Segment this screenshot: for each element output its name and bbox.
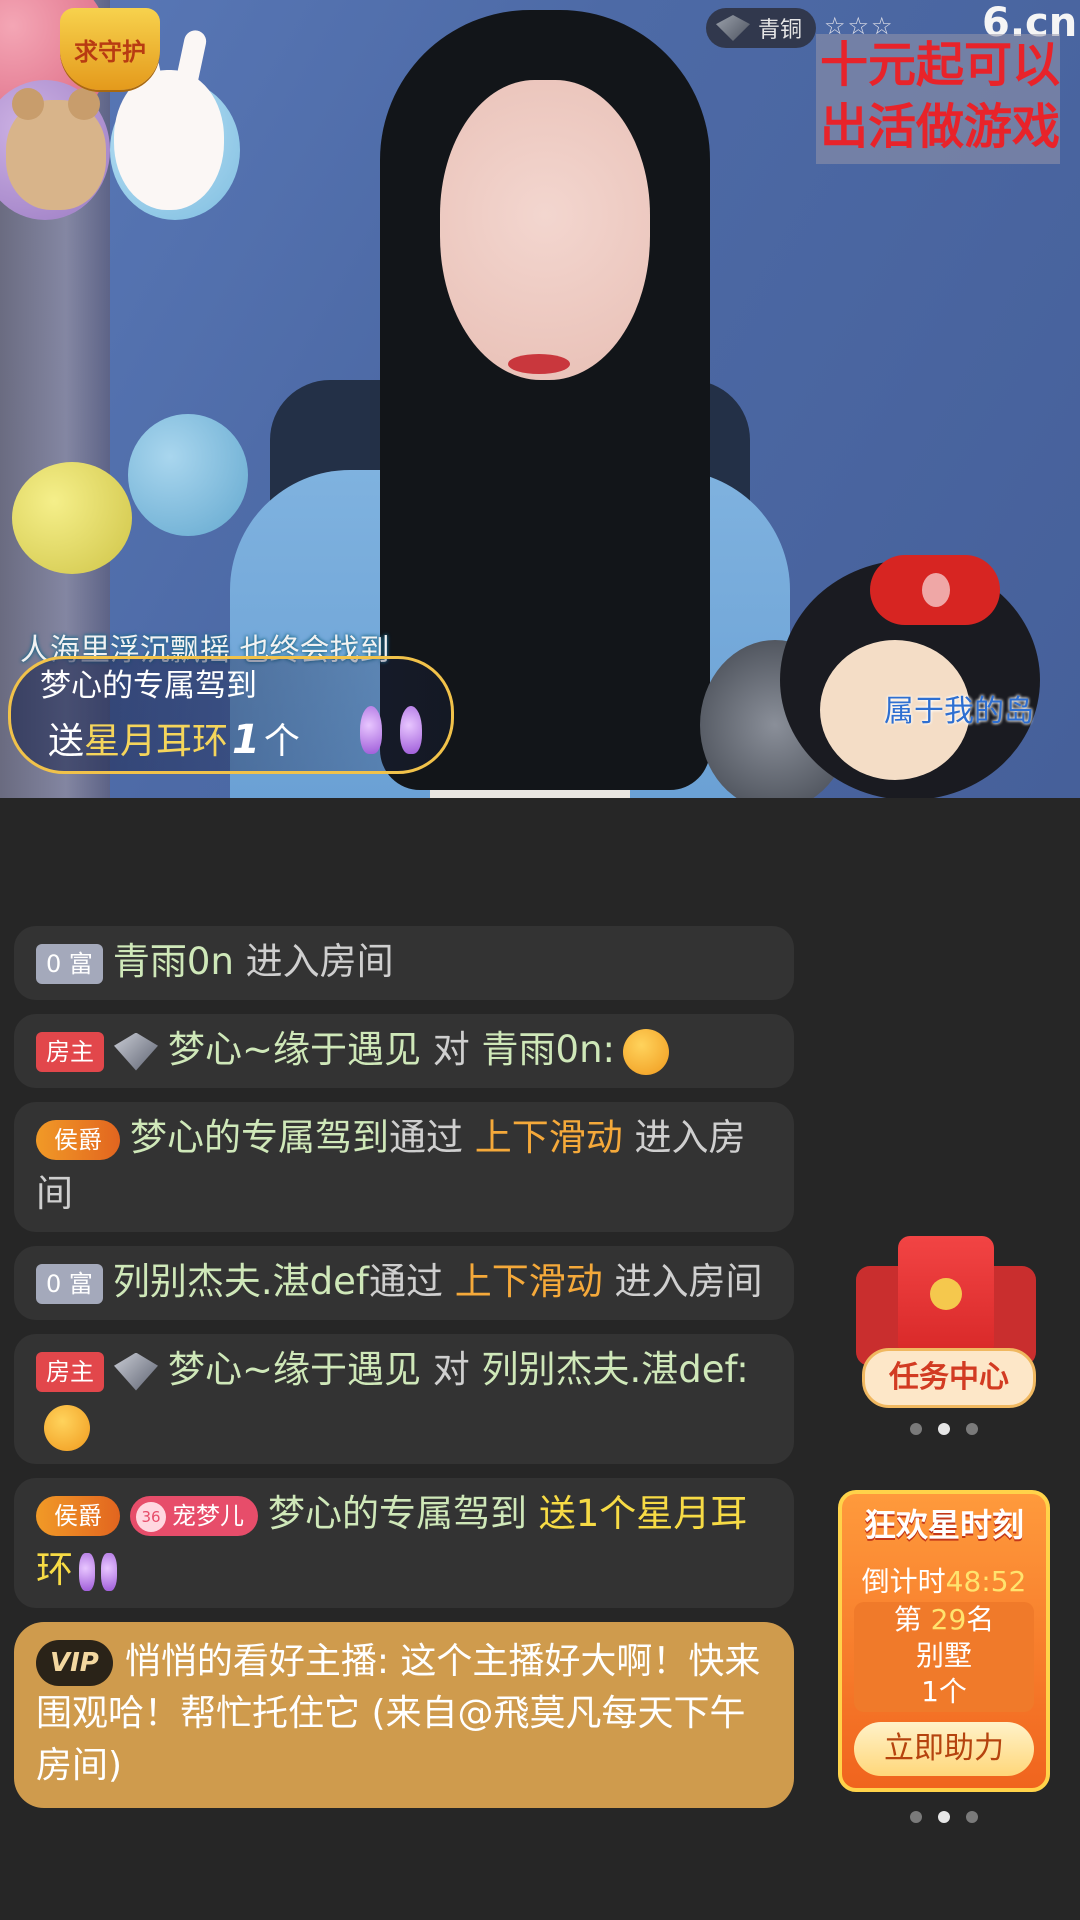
- bear-toy: [6, 88, 106, 210]
- user-name[interactable]: 梦心~缘于遇见: [168, 1028, 421, 1071]
- countdown: 倒计时48:52: [842, 1560, 1046, 1600]
- task-center-button[interactable]: 任务中心: [856, 1236, 1036, 1408]
- countdown-time: 48:52: [945, 1565, 1027, 1598]
- streamer-face: [440, 80, 650, 380]
- carousel-dot[interactable]: [966, 1423, 978, 1435]
- live-video[interactable]: 求守护 青铜 ☆☆☆ 6.cn 十元起可以 出活做游戏 人海里浮沉飘摇 也终会找…: [0, 0, 1080, 798]
- target-user-name[interactable]: 列别杰夫.湛def:: [482, 1348, 749, 1391]
- wealth-badge: 0 富: [36, 1263, 103, 1304]
- message-text: 进入房间: [602, 1260, 763, 1303]
- carousel-dots[interactable]: [910, 1811, 978, 1823]
- carousel-dot[interactable]: [966, 1811, 978, 1823]
- message-text: 进入房间: [233, 940, 394, 983]
- streamer-notice: 十元起可以 出活做游戏: [816, 34, 1060, 164]
- anchor-rank-badge[interactable]: 青铜: [706, 8, 817, 48]
- earring-gift-icon: [79, 1552, 95, 1591]
- pray-emoji-icon: [44, 1404, 90, 1451]
- gift-verb: 送: [48, 721, 85, 762]
- plush-bow: [870, 555, 1000, 625]
- countdown-label: 倒计时: [861, 1565, 946, 1598]
- carousel-dot[interactable]: [910, 1423, 922, 1435]
- fan-club-badge: 36 宠梦儿: [130, 1495, 258, 1536]
- rank-number: 29: [930, 1603, 967, 1636]
- carnival-event-card[interactable]: 狂欢星时刻 倒计时48:52 第 29名 别墅 1个 立即助力: [838, 1490, 1050, 1792]
- carousel-dot-active[interactable]: [938, 1811, 950, 1823]
- vip-message[interactable]: VIP 悄悄的看好主播: 这个主播好大啊！快来围观哈！帮忙托住它 (来自@飛莫凡每…: [14, 1622, 794, 1808]
- vip-badge: VIP: [36, 1640, 113, 1686]
- prize-name: 别墅: [915, 1639, 972, 1672]
- message-text: 通过: [368, 1260, 455, 1303]
- user-name[interactable]: 梦心的专属驾到: [130, 1116, 389, 1159]
- balloon: [128, 414, 248, 536]
- prize-count: 1个: [921, 1675, 967, 1708]
- message-text: 对: [421, 1348, 482, 1391]
- user-name[interactable]: 青雨0n: [113, 940, 234, 983]
- noble-badge: 侯爵: [36, 1495, 120, 1536]
- target-user-name[interactable]: 青雨0n:: [482, 1028, 615, 1071]
- pray-emoji-icon: [623, 1028, 670, 1075]
- message-highlight: 上下滑动: [474, 1116, 623, 1159]
- vip-message-text: 悄悄的看好主播: 这个主播好大啊！快来围观哈！帮忙托住它 (来自@飛莫凡每天下午…: [36, 1641, 761, 1786]
- task-center-label: 任务中心: [862, 1348, 1036, 1408]
- owner-badge: 房主: [36, 1031, 104, 1072]
- carousel-dot-active[interactable]: [938, 1423, 950, 1435]
- rank-box: 第 29名 别墅 1个: [854, 1602, 1034, 1712]
- lyric-caption-right: 属于我的岛: [884, 694, 1034, 729]
- earring-gift-icon: [101, 1552, 117, 1591]
- gift-sender: 梦心的专属驾到: [40, 668, 257, 704]
- rank-gem-icon: [716, 15, 750, 41]
- rank-level: 青铜: [758, 18, 803, 43]
- user-name[interactable]: 梦心~缘于遇见: [168, 1348, 421, 1391]
- coin-icon: [930, 1278, 962, 1310]
- notice-line: 十元起可以: [820, 37, 1061, 93]
- notice-line: 出活做游戏: [820, 99, 1061, 155]
- help-now-button[interactable]: 立即助力: [854, 1722, 1034, 1776]
- wealth-badge: 0 富: [36, 943, 103, 984]
- message-highlight: 上下滑动: [454, 1260, 603, 1303]
- fan-club-name: 宠梦儿: [172, 1501, 244, 1530]
- gift-name: 星月耳环: [84, 721, 229, 762]
- earring-gift-icon: [400, 706, 422, 754]
- noble-badge: 侯爵: [36, 1119, 120, 1160]
- chat-message[interactable]: 房主 梦心~缘于遇见 对 列别杰夫.湛def:: [14, 1334, 794, 1464]
- rabbit-toy: [114, 70, 224, 210]
- gem-icon: [114, 1352, 158, 1391]
- message-text: 对: [421, 1028, 482, 1071]
- chat-message[interactable]: 侯爵 36 宠梦儿 梦心的专属驾到 送1个星月耳环: [14, 1478, 794, 1608]
- user-name[interactable]: 列别杰夫.湛def: [113, 1260, 369, 1303]
- chat-message[interactable]: 房主 梦心~缘于遇见 对 青雨0n:: [14, 1014, 794, 1088]
- balloon: [12, 462, 132, 574]
- gift-description: 送星月耳环 1 个: [48, 712, 300, 764]
- gem-icon: [114, 1032, 158, 1071]
- message-text: 通过: [389, 1116, 475, 1159]
- chat-message[interactable]: 0 富列别杰夫.湛def通过 上下滑动 进入房间: [14, 1246, 794, 1320]
- carnival-title: 狂欢星时刻: [863, 1506, 1024, 1544]
- streamer-lips: [508, 354, 570, 374]
- user-name[interactable]: 梦心的专属驾到: [268, 1492, 527, 1535]
- rank-line: 第 29名: [854, 1602, 1034, 1638]
- gift-count: 1: [232, 717, 260, 763]
- gift-unit: 个: [263, 721, 300, 762]
- rank-suffix: 名: [966, 1603, 995, 1636]
- earring-gift-icon: [360, 706, 382, 754]
- owner-badge: 房主: [36, 1351, 104, 1392]
- carousel-dots[interactable]: [910, 1423, 978, 1435]
- chat-list[interactable]: 0 富青雨0n 进入房间 房主 梦心~缘于遇见 对 青雨0n: 侯爵 梦心的专属驾到…: [14, 926, 794, 1808]
- chat-message[interactable]: 0 富青雨0n 进入房间: [14, 926, 794, 1000]
- heart-level-icon: 36: [136, 1501, 166, 1532]
- chat-message[interactable]: 侯爵 梦心的专属驾到通过 上下滑动 进入房间: [14, 1102, 794, 1232]
- rank-prefix: 第: [893, 1603, 931, 1636]
- guard-badge[interactable]: 求守护: [60, 8, 160, 90]
- carousel-dot[interactable]: [910, 1811, 922, 1823]
